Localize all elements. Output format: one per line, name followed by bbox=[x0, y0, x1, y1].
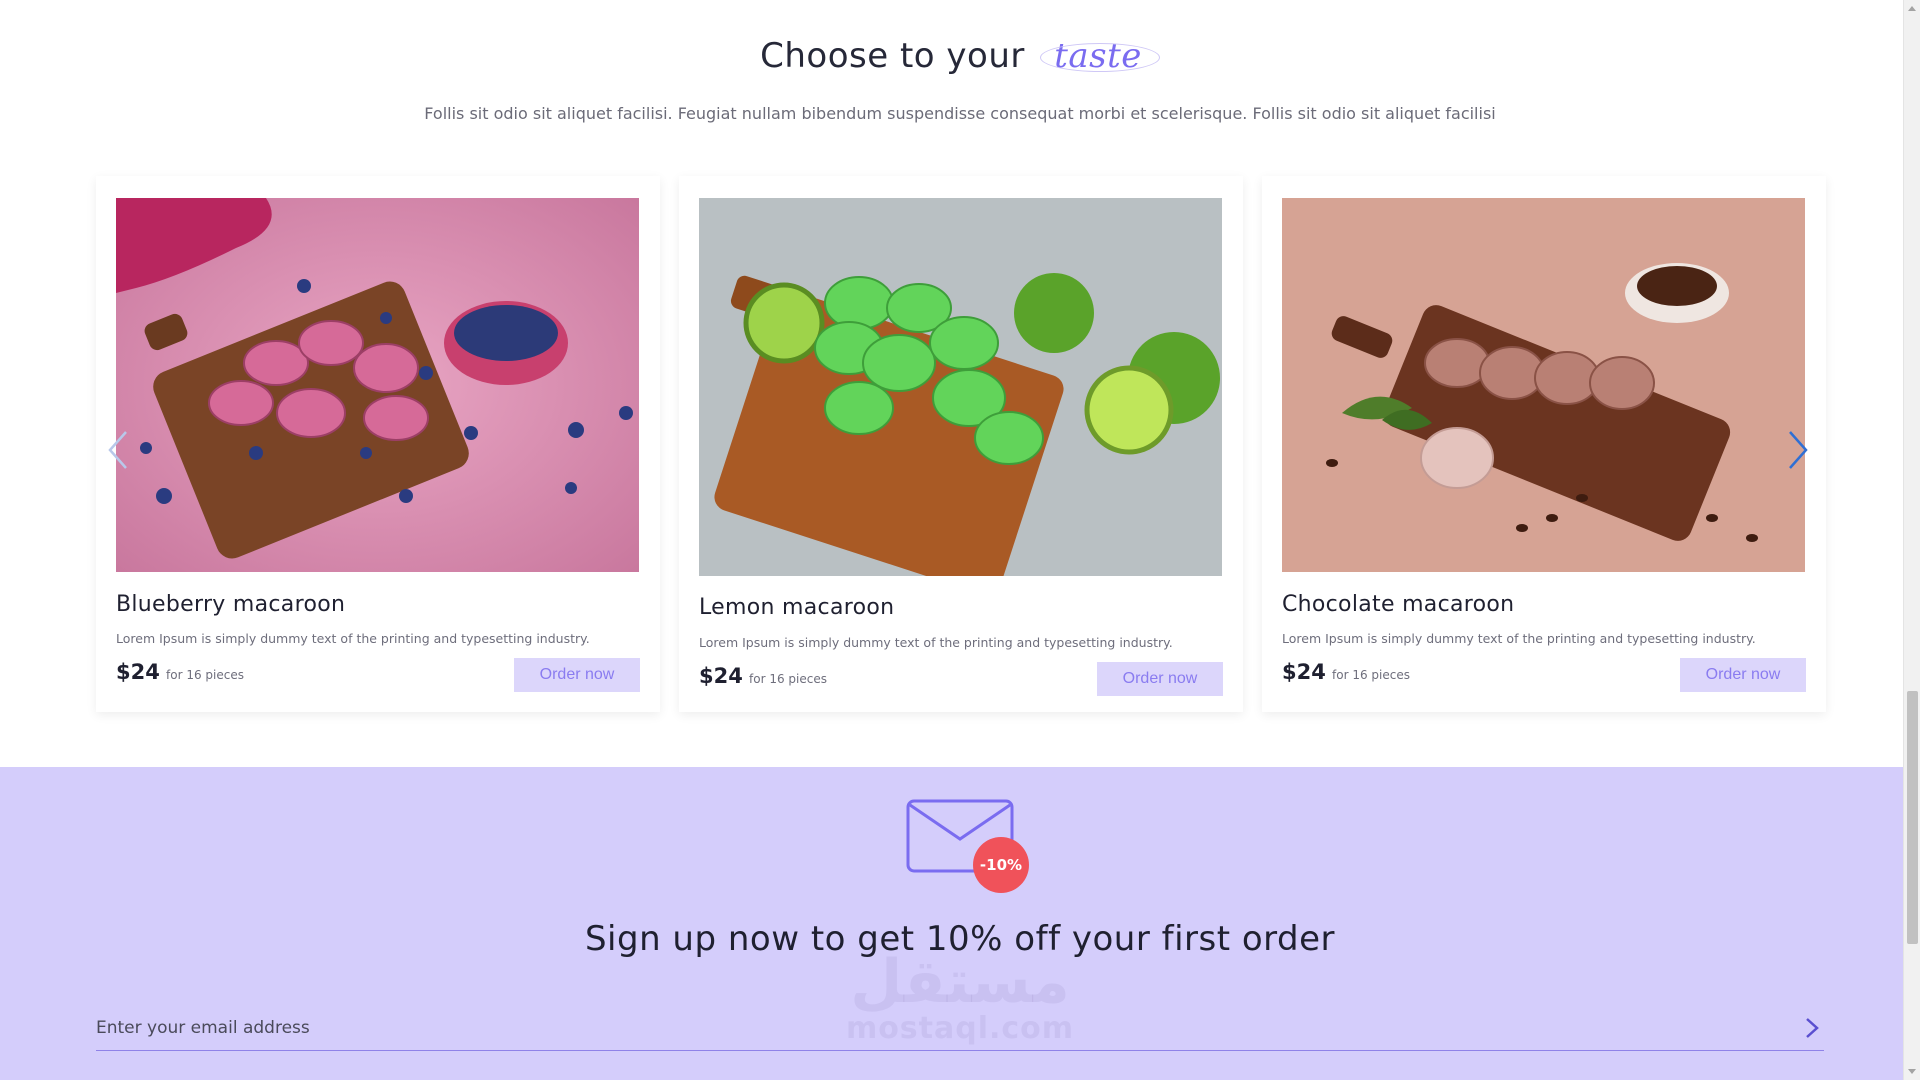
section-title: Choose to your taste bbox=[0, 36, 1920, 76]
blueberry-macaroons-photo bbox=[116, 198, 639, 572]
product-price: $24 bbox=[699, 664, 743, 688]
lime-macaroons-photo bbox=[699, 198, 1222, 576]
envelope-icon: -10% bbox=[906, 799, 1036, 903]
chocolate-macaroons-photo bbox=[1282, 198, 1805, 572]
discount-badge-text: -10% bbox=[980, 856, 1022, 874]
scrollbar-thumb[interactable] bbox=[1907, 691, 1918, 944]
order-now-button[interactable]: Order now bbox=[1680, 658, 1806, 692]
product-name: Chocolate macaroon bbox=[1282, 592, 1515, 617]
product-pieces: for 16 pieces bbox=[1332, 668, 1410, 682]
product-description: Lorem Ipsum is simply dummy text of the … bbox=[116, 631, 590, 646]
section-subtitle: Follis sit odio sit aliquet facilisi. Fe… bbox=[424, 104, 1496, 123]
signup-section: -10% Sign up now to get 10% off your fir… bbox=[0, 767, 1903, 1080]
vertical-scrollbar[interactable] bbox=[1903, 0, 1920, 1080]
product-card-chocolate: Chocolate macaroon Lorem Ipsum is simply… bbox=[1262, 176, 1826, 712]
product-pieces: for 16 pieces bbox=[166, 668, 244, 682]
product-carousel: Blueberry macaroon Lorem Ipsum is simply… bbox=[96, 176, 1826, 712]
product-description: Lorem Ipsum is simply dummy text of the … bbox=[699, 635, 1173, 650]
product-description: Lorem Ipsum is simply dummy text of the … bbox=[1282, 631, 1756, 646]
chevron-right-icon bbox=[1789, 431, 1808, 469]
order-now-button[interactable]: Order now bbox=[1097, 662, 1223, 696]
scroll-down-arrow[interactable] bbox=[1908, 1069, 1916, 1074]
chevron-right-icon bbox=[1806, 1018, 1819, 1038]
product-name: Blueberry macaroon bbox=[116, 592, 346, 617]
product-pieces: for 16 pieces bbox=[749, 672, 827, 686]
section-title-prefix: Choose to your bbox=[760, 36, 1025, 76]
carousel-prev-button[interactable] bbox=[106, 428, 130, 472]
email-form bbox=[96, 1007, 1824, 1051]
section-title-accent: taste bbox=[1036, 36, 1160, 76]
chevron-left-icon bbox=[108, 431, 127, 469]
product-price: $24 bbox=[1282, 660, 1326, 684]
email-submit-button[interactable] bbox=[1800, 1015, 1824, 1041]
page: Choose to your taste Follis sit odio sit… bbox=[0, 0, 1903, 1080]
order-now-button[interactable]: Order now bbox=[514, 658, 640, 692]
product-card-blueberry: Blueberry macaroon Lorem Ipsum is simply… bbox=[96, 176, 660, 712]
signup-title: Sign up now to get 10% off your first or… bbox=[584, 919, 1336, 959]
product-name: Lemon macaroon bbox=[699, 595, 895, 620]
scroll-up-arrow[interactable] bbox=[1908, 6, 1916, 11]
product-price: $24 bbox=[116, 660, 160, 684]
email-input[interactable] bbox=[96, 1007, 1776, 1049]
carousel-next-button[interactable] bbox=[1786, 428, 1810, 472]
product-card-lemon: Lemon macaroon Lorem Ipsum is simply dum… bbox=[679, 176, 1243, 712]
